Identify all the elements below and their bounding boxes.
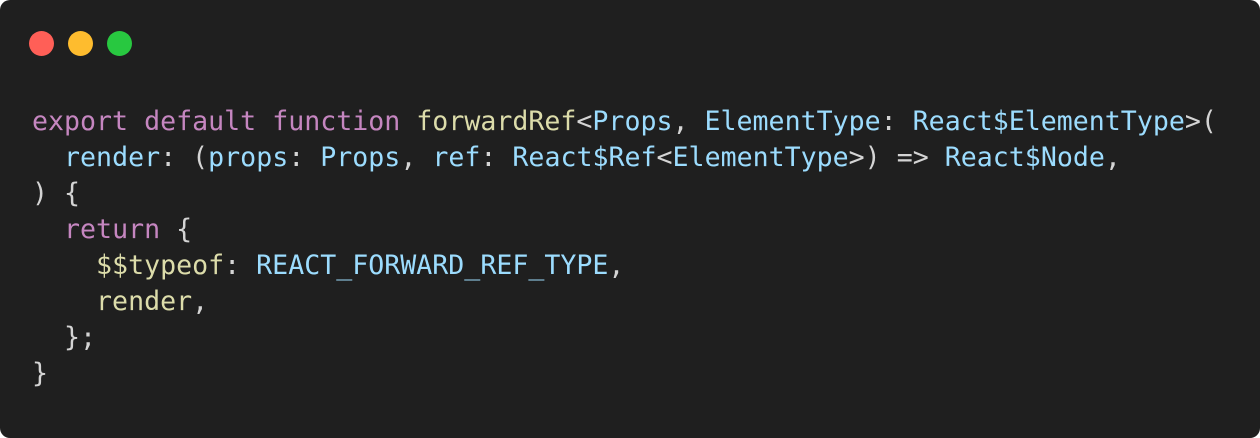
code-line: $$typeof: REACT_FORWARD_REF_TYPE,	[32, 248, 1217, 284]
code-token-function: forwardRef	[416, 106, 577, 137]
code-token-plain: ,	[192, 286, 209, 317]
code-line: };	[32, 320, 1217, 356]
code-token-function: render	[96, 286, 193, 317]
minimize-dot-icon[interactable]	[68, 31, 93, 56]
code-token-plain: <	[656, 142, 673, 173]
code-line: return {	[32, 212, 1217, 248]
code-token-type: ElementType	[672, 142, 849, 173]
code-line: render,	[32, 284, 1217, 320]
code-token-plain: :	[480, 142, 513, 173]
code-token-type: React$ElementType	[912, 106, 1185, 137]
code-token-plain: : (	[160, 142, 209, 173]
code-token-plain: ,	[672, 106, 705, 137]
code-line: }	[32, 356, 1217, 392]
code-token-plain: ) {	[32, 178, 81, 209]
code-token-type: React$Node	[944, 142, 1105, 173]
code-token-plain: :	[880, 106, 913, 137]
code-token-keyword: function	[272, 106, 401, 137]
close-dot-icon[interactable]	[29, 31, 54, 56]
maximize-dot-icon[interactable]	[107, 31, 132, 56]
code-line: export default function forwardRef<Props…	[32, 104, 1217, 140]
code-token-keyword: default	[144, 106, 257, 137]
code-token-plain: :	[224, 250, 257, 281]
code-token-type: ref	[432, 142, 481, 173]
code-token-plain: >(	[1184, 106, 1217, 137]
code-token-type: ElementType	[704, 106, 881, 137]
code-token-plain: };	[32, 322, 97, 353]
code-token-type: Props	[320, 142, 401, 173]
code-token-type: render	[64, 142, 161, 173]
code-token-type: props	[208, 142, 289, 173]
code-token-plain: ,	[400, 142, 433, 173]
code-token-type: REACT_FORWARD_REF_TYPE	[256, 250, 609, 281]
code-token-function: $$typeof	[96, 250, 225, 281]
code-token-plain: >) =>	[848, 142, 945, 173]
code-token-plain: <	[576, 106, 593, 137]
code-line: render: (props: Props, ref: React$Ref<El…	[32, 140, 1217, 176]
code-token-type: Props	[592, 106, 673, 137]
code-token-type: React$Ref	[512, 142, 657, 173]
code-token-plain: {	[160, 214, 193, 245]
code-token-plain: }	[32, 358, 49, 389]
code-token-plain: ,	[608, 250, 625, 281]
code-token-plain: ,	[1104, 142, 1121, 173]
code-token-plain: :	[288, 142, 321, 173]
code-token-keyword: return	[64, 214, 161, 245]
code-line: ) {	[32, 176, 1217, 212]
window-controls	[29, 31, 132, 56]
code-token-keyword: export	[32, 106, 129, 137]
code-block: export default function forwardRef<Props…	[32, 104, 1217, 392]
code-window: export default function forwardRef<Props…	[0, 0, 1260, 438]
